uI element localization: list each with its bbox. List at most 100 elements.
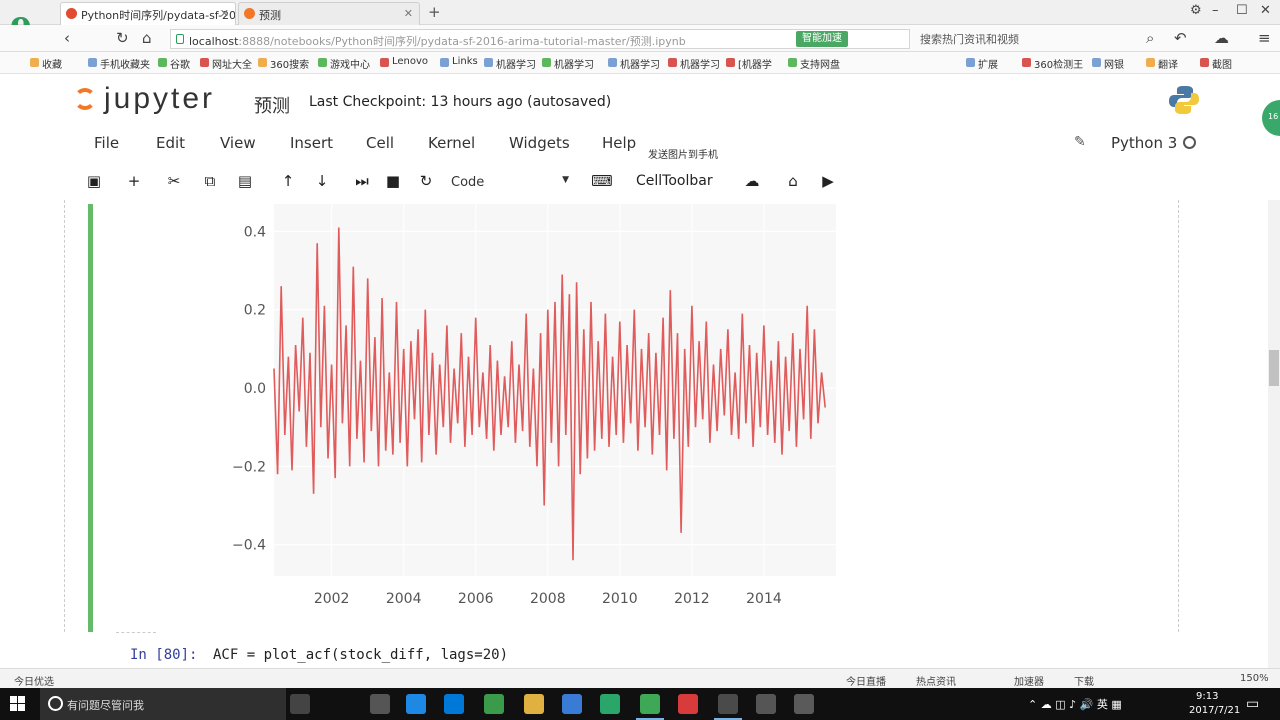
browser-tab-predict[interactable]: 预测 ✕ (238, 2, 420, 25)
bookmark-item[interactable]: 360检测王 (1022, 56, 1083, 71)
close-window-icon[interactable]: ✕ (1260, 3, 1271, 18)
back-icon[interactable]: ‹ (64, 29, 70, 47)
paste-icon[interactable]: ▤ (233, 172, 257, 190)
maximize-icon[interactable]: ☐ (1236, 3, 1248, 18)
app-icon[interactable] (714, 694, 742, 720)
status-news[interactable]: 热点资讯 (916, 673, 956, 688)
move-up-icon[interactable]: ↑ (276, 172, 300, 190)
status-today-picks[interactable]: 今日优选 (14, 673, 54, 688)
app-icon[interactable] (484, 694, 504, 714)
microphone-icon[interactable] (290, 694, 310, 714)
pencil-icon[interactable]: ✎ (1074, 134, 1086, 150)
youtube-icon[interactable]: ▶ (816, 172, 840, 190)
keyboard-icon[interactable]: ⌨ (590, 172, 614, 190)
cortana-search-input[interactable]: 有问题尽管问我 (40, 688, 286, 720)
cloud-upload-icon[interactable]: ☁ (740, 172, 764, 190)
folder-icon[interactable] (524, 694, 544, 714)
browser-taskbar-icon[interactable] (636, 694, 664, 720)
windows-start-icon[interactable] (10, 696, 26, 712)
new-tab-button[interactable]: + (428, 3, 441, 21)
scrollbar-thumb[interactable] (1269, 350, 1279, 386)
browser-tab-notebook[interactable]: Python时间序列/pydata-sf-201 ✕ (60, 2, 236, 25)
bookmark-item[interactable]: [机器学 (726, 56, 772, 71)
ime-icon[interactable]: ▦ (1111, 698, 1121, 711)
cell-type-select[interactable]: Code ▼ (451, 175, 569, 190)
status-live[interactable]: 今日直播 (846, 673, 886, 688)
store-icon[interactable] (444, 694, 464, 714)
home-icon[interactable]: ⌂ (142, 29, 152, 47)
bookmark-item[interactable]: Lenovo (380, 56, 428, 67)
app-icon[interactable] (562, 694, 582, 714)
cell-selected-indicator[interactable] (88, 204, 93, 632)
bookmark-item[interactable]: 网址大全 (200, 56, 252, 71)
menu-widgets[interactable]: Widgets (509, 134, 570, 152)
search-icon[interactable]: ⌕ (1146, 29, 1154, 47)
task-view-icon[interactable] (370, 694, 390, 714)
bookmark-item[interactable]: 机器学习 (668, 56, 720, 71)
jupyter-logo[interactable]: jupyter (74, 82, 215, 116)
save-icon[interactable]: ▣ (82, 172, 106, 190)
jupyter-favicon-icon (66, 8, 77, 19)
cut-icon[interactable]: ✂ (162, 172, 186, 190)
bookmark-item[interactable]: 扩展 (966, 56, 998, 71)
tray-icons[interactable]: ⌃ ☁ ◫ ♪ 🔊 (1028, 698, 1097, 711)
menu-icon[interactable]: ≡ (1258, 29, 1271, 47)
bookmark-item[interactable]: 支持网盘 (788, 56, 840, 71)
app-icon[interactable] (756, 694, 776, 714)
bookmark-item[interactable]: 游戏中心 (318, 56, 370, 71)
status-download[interactable]: 下载 (1074, 673, 1094, 688)
bookmark-item[interactable]: 360搜索 (258, 56, 309, 71)
move-down-icon[interactable]: ↓ (310, 172, 334, 190)
status-zoom[interactable]: 150% (1240, 673, 1269, 684)
browser-search-input[interactable]: 搜索热门资讯和视频 (920, 31, 1019, 47)
menu-kernel[interactable]: Kernel (428, 134, 475, 152)
menu-view[interactable]: View (220, 134, 256, 152)
bookmark-item[interactable]: 手机收藏夹 (88, 56, 150, 71)
celltoolbar-label[interactable]: CellToolbar (636, 173, 713, 189)
bookmark-item[interactable]: 收藏 (30, 56, 62, 71)
stop-icon[interactable]: ■ (381, 172, 405, 190)
x-tick-label: 2012 (674, 591, 710, 607)
menu-insert[interactable]: Insert (290, 134, 333, 152)
menu-file[interactable]: File (94, 134, 119, 152)
menu-edit[interactable]: Edit (156, 134, 185, 152)
clock-date[interactable]: 2017/7/21 (1189, 705, 1240, 716)
cloud-icon[interactable]: ☁ (1214, 29, 1229, 47)
undo-icon[interactable]: ↶ (1174, 29, 1187, 47)
skin-icon[interactable]: ⚙ (1190, 3, 1202, 18)
notebook-name[interactable]: 预测 (254, 92, 290, 118)
run-icon[interactable]: ⏭ (350, 172, 374, 190)
close-icon[interactable]: ✕ (404, 7, 413, 20)
system-tray: ⌃ ☁ ◫ ♪ 🔊 英 ▦ (1028, 696, 1122, 712)
send-to-phone-button[interactable]: 发送图片到手机 (648, 146, 718, 161)
restart-icon[interactable]: ↻ (414, 172, 438, 190)
copy-icon[interactable]: ⧉ (198, 172, 222, 190)
bookmark-item[interactable]: Links (440, 56, 478, 67)
bookmark-item[interactable]: 机器学习 (484, 56, 536, 71)
bookmark-item[interactable]: 机器学习 (608, 56, 660, 71)
close-icon[interactable]: ✕ (220, 7, 229, 20)
bookmark-item[interactable]: 网银 (1092, 56, 1124, 71)
url-path: :8888/notebooks/Python时间序列/pydata-sf-201… (238, 35, 686, 48)
notification-icon[interactable]: ▭ (1246, 696, 1259, 712)
bookmark-item[interactable]: 谷歌 (158, 56, 190, 71)
bookmark-item[interactable]: 截图 (1200, 56, 1232, 71)
scrollbar[interactable] (1268, 200, 1280, 668)
refresh-icon[interactable]: ↻ (116, 29, 129, 47)
bookmark-item[interactable]: 翻译 (1146, 56, 1178, 71)
status-accelerator[interactable]: 加速器 (1014, 673, 1044, 688)
clock-time[interactable]: 9:13 (1196, 691, 1218, 702)
bookmark-item[interactable]: 机器学习 (542, 56, 594, 71)
app-icon[interactable] (794, 694, 814, 714)
input-language[interactable]: 英 (1097, 698, 1108, 711)
speed-badge[interactable]: 智能加速 (796, 31, 848, 47)
gift-icon[interactable]: ⌂ (781, 172, 805, 190)
app-icon[interactable] (600, 694, 620, 714)
app-icon[interactable] (678, 694, 698, 714)
code-input[interactable]: ACF = plot_acf(stock_diff, lags=20) (213, 647, 508, 663)
insert-cell-icon[interactable]: + (122, 172, 146, 190)
menu-cell[interactable]: Cell (366, 134, 394, 152)
minimize-icon[interactable]: – (1212, 3, 1219, 18)
edge-icon[interactable] (406, 694, 426, 714)
menu-help[interactable]: Help (602, 134, 636, 152)
